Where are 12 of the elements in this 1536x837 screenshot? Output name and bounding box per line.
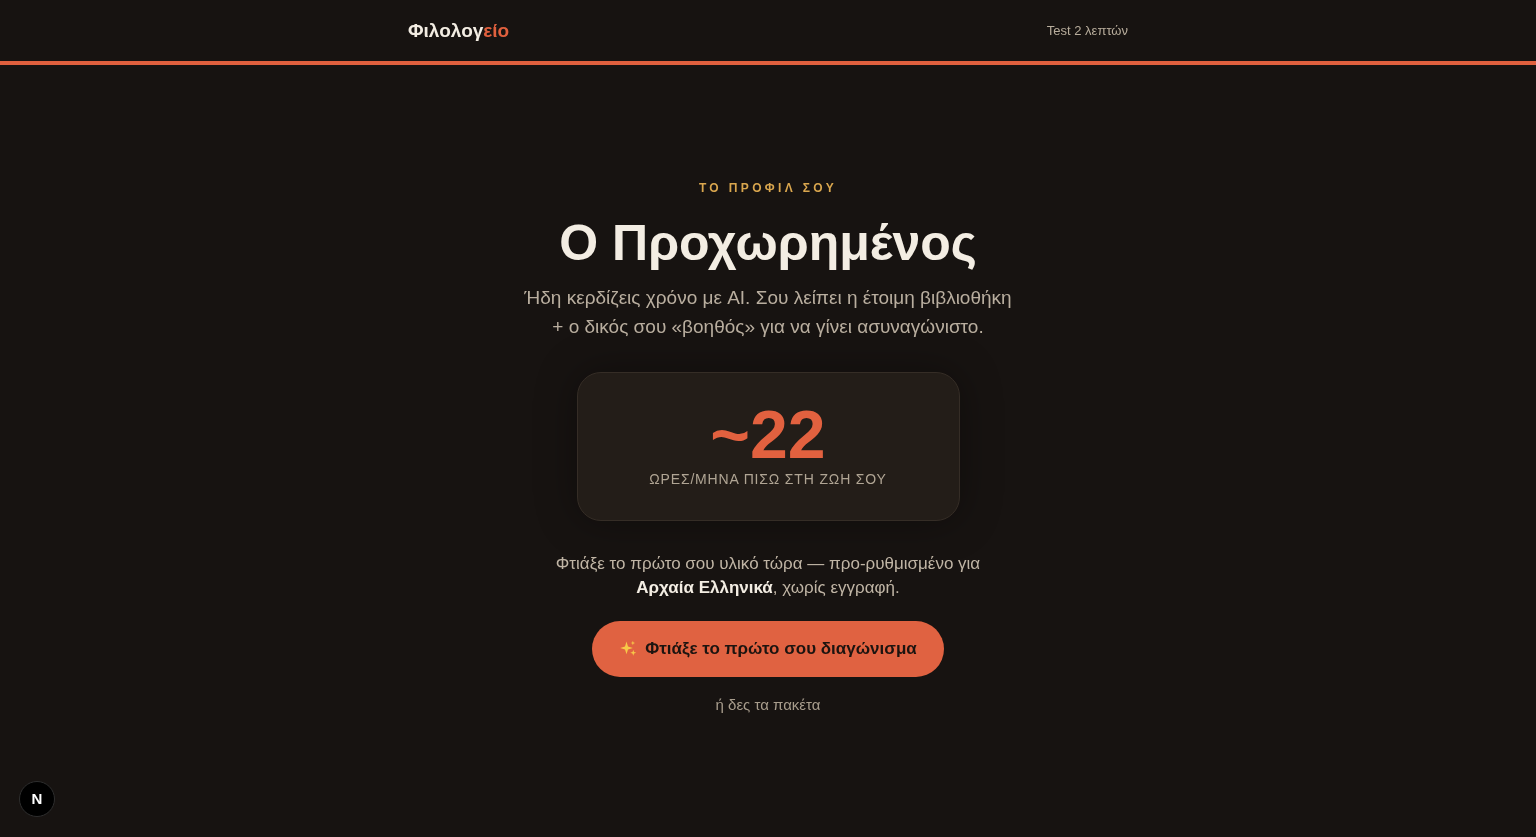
profile-title: Ο Προχωρημένος — [559, 214, 977, 272]
packages-link[interactable]: ή δες τα πακέτα — [715, 695, 821, 715]
dev-badge[interactable]: N — [19, 781, 55, 817]
create-exam-button[interactable]: Φτιάξε το πρώτο σου διαγώνισμα — [592, 621, 944, 677]
eyebrow-text: ΤΟ ΠΡΟΦΙΛ ΣΟΥ — [698, 180, 838, 196]
logo[interactable]: Φιλολογείο — [408, 21, 510, 40]
nav-link[interactable]: Test 2 λεπτών — [1046, 20, 1128, 41]
stat-value: ~22 — [710, 401, 826, 467]
profile-description: Ήδη κερδίζεις χρόνο με AI. Σου λείπει η έτοιμη βιβλιοθήκη + ο δικός σου «βοηθός» για να γίνει ασυναγώνιστο. — [523, 286, 1013, 339]
sparkle-icon — [619, 640, 638, 658]
stat-label: ΩΡΕΣ/ΜΗΝΑ ΠΙΣΩ ΣΤΗ ΖΩΗ ΣΟΥ — [649, 470, 887, 489]
cta-note: Φτιάξε το πρώτο σου υλικό τώρα — προ-ρυθμισμένο για Αρχαία Ελληνικά, χωρίς εγγραφή. — [554, 553, 982, 599]
